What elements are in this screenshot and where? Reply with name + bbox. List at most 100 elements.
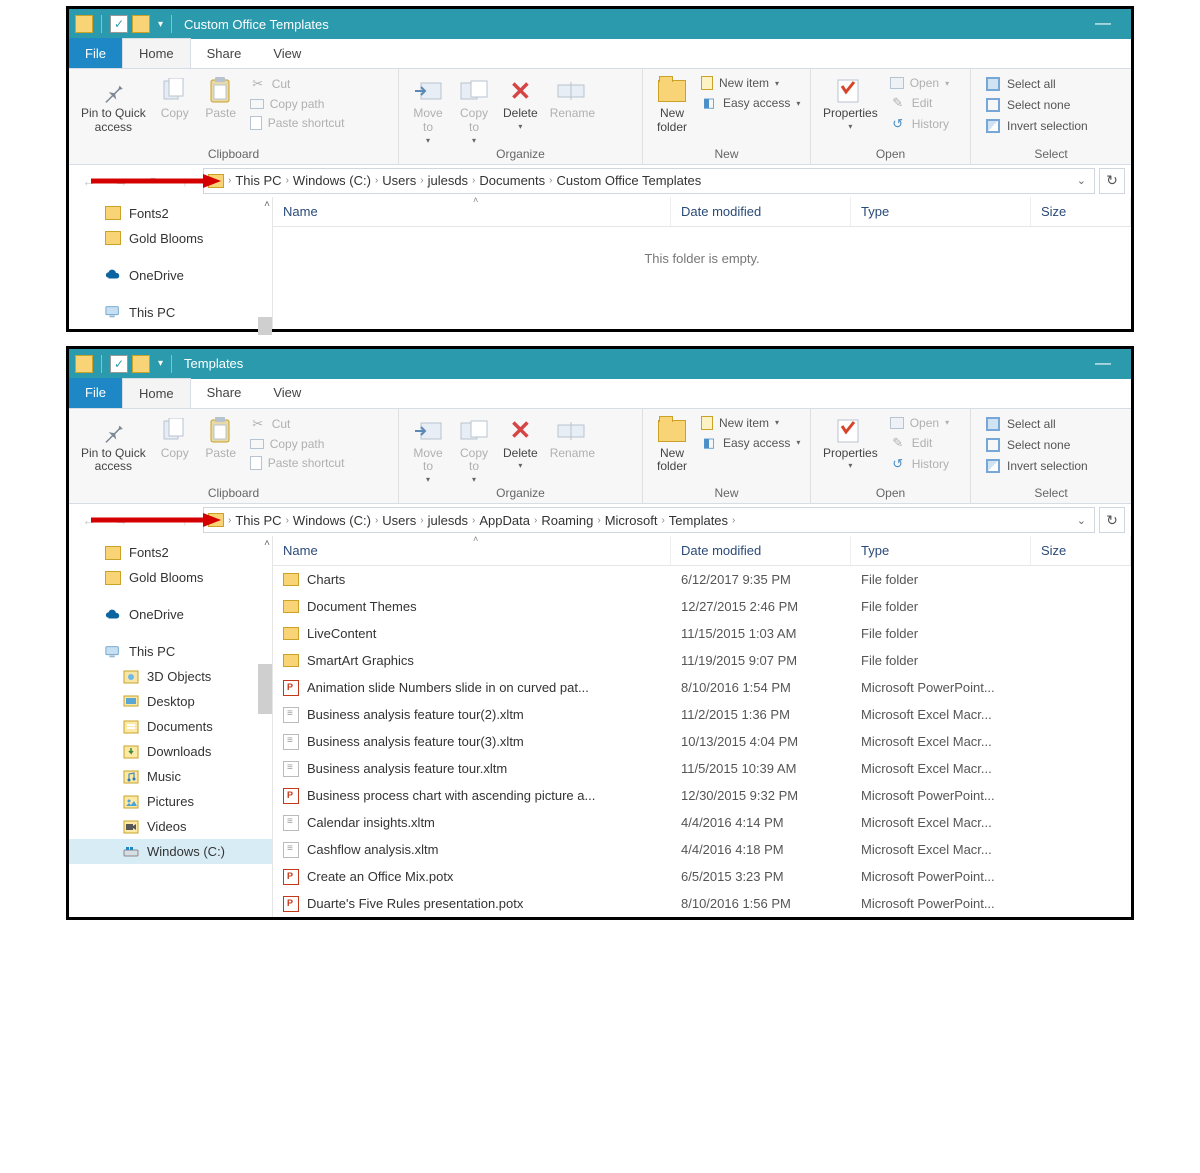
tab-view[interactable]: View <box>257 38 317 68</box>
copy-to-button[interactable]: Copyto▾ <box>451 73 497 145</box>
select-none-button[interactable]: Select none <box>983 96 1090 114</box>
paste-button[interactable]: Paste <box>198 413 244 461</box>
nav-back-button[interactable]: ← <box>75 169 103 193</box>
tab-share[interactable]: Share <box>191 378 258 408</box>
breadcrumb-segment[interactable]: ›Documents <box>472 173 545 188</box>
tab-home[interactable]: Home <box>122 378 191 408</box>
refresh-button[interactable]: ↻ <box>1099 168 1125 194</box>
column-header-name[interactable]: Name <box>273 536 671 565</box>
move-to-button[interactable]: Moveto▾ <box>405 413 451 485</box>
history-button[interactable]: ↺History <box>888 455 951 473</box>
qat-dropdown[interactable]: ▾ <box>154 358 167 369</box>
new-item-button[interactable]: New item ▾ <box>699 415 802 431</box>
rename-button[interactable]: Rename <box>544 73 601 121</box>
nav-up-button[interactable]: ↑ <box>171 169 199 193</box>
file-row[interactable]: Charts 6/12/2017 9:35 PM File folder <box>273 566 1131 593</box>
file-row[interactable]: Calendar insights.xltm 4/4/2016 4:14 PM … <box>273 809 1131 836</box>
column-header-date[interactable]: Date modified <box>671 536 851 565</box>
refresh-button[interactable]: ↻ <box>1099 507 1125 533</box>
breadcrumb-segment[interactable]: ›julesds <box>420 513 468 528</box>
nav-recent-dropdown[interactable]: ▾ <box>139 169 167 193</box>
qat-dropdown[interactable]: ▾ <box>154 19 167 30</box>
properties-qat-icon[interactable]: ✓ <box>110 15 128 33</box>
cut-button[interactable]: ✂Cut <box>248 75 347 93</box>
breadcrumb-segment[interactable]: ›Windows (C:) <box>286 513 371 528</box>
paste-button[interactable]: Paste <box>198 73 244 121</box>
breadcrumb-segment[interactable]: ›Windows (C:) <box>286 173 371 188</box>
delete-button[interactable]: ✕ Delete▾ <box>497 73 544 131</box>
column-header-size[interactable]: Size <box>1031 197 1131 226</box>
new-item-button[interactable]: New item ▾ <box>699 75 802 91</box>
history-button[interactable]: ↺History <box>888 115 951 133</box>
minimize-button[interactable]: — <box>1081 349 1125 379</box>
invert-selection-button[interactable]: Invert selection <box>983 117 1090 135</box>
column-header-type[interactable]: Type <box>851 197 1031 226</box>
file-row[interactable]: SmartArt Graphics 11/19/2015 9:07 PM Fil… <box>273 647 1131 674</box>
file-row[interactable]: Business analysis feature tour.xltm 11/5… <box>273 755 1131 782</box>
title-bar[interactable]: ✓ ▾ Custom Office Templates — <box>69 9 1131 39</box>
breadcrumb-segment[interactable]: ›Roaming <box>534 513 593 528</box>
nav-item-documents[interactable]: Documents <box>69 714 272 739</box>
breadcrumb-segment[interactable]: ›Users <box>375 513 416 528</box>
paste-shortcut-button[interactable]: Paste shortcut <box>248 455 347 471</box>
nav-item-gold-blooms[interactable]: Gold Blooms <box>69 565 272 590</box>
nav-item-this-pc[interactable]: This PC <box>69 300 272 325</box>
file-row[interactable]: Cashflow analysis.xltm 4/4/2016 4:18 PM … <box>273 836 1131 863</box>
nav-item-pictures[interactable]: Pictures <box>69 789 272 814</box>
edit-button[interactable]: ✎Edit <box>888 94 951 112</box>
nav-item-gold-blooms[interactable]: Gold Blooms <box>69 226 272 251</box>
pin-to-quick-access-button[interactable]: Pin to Quickaccess <box>75 413 152 475</box>
open-button[interactable]: Open ▾ <box>888 415 951 431</box>
breadcrumb-segment[interactable]: ›AppData <box>472 513 530 528</box>
address-dropdown[interactable]: ⌄ <box>1077 514 1086 527</box>
file-row[interactable]: Create an Office Mix.potx 6/5/2015 3:23 … <box>273 863 1131 890</box>
folder-qat-icon[interactable] <box>132 355 150 373</box>
rename-button[interactable]: Rename <box>544 413 601 461</box>
properties-button[interactable]: Properties▾ <box>817 73 884 131</box>
select-all-button[interactable]: Select all <box>983 75 1090 93</box>
file-row[interactable]: Animation slide Numbers slide in on curv… <box>273 674 1131 701</box>
address-bar[interactable]: ›This PC›Windows (C:)›Users›julesds›Docu… <box>203 168 1095 194</box>
nav-item-fonts2[interactable]: Fonts2 <box>69 201 272 226</box>
new-folder-button[interactable]: Newfolder <box>649 413 695 475</box>
minimize-button[interactable]: — <box>1081 9 1125 39</box>
file-row[interactable]: Duarte's Five Rules presentation.potx 8/… <box>273 890 1131 917</box>
nav-item-downloads[interactable]: Downloads <box>69 739 272 764</box>
edit-button[interactable]: ✎Edit <box>888 434 951 452</box>
navigation-pane[interactable]: Fonts2Gold BloomsOneDriveThis PC ˄ <box>69 197 273 329</box>
select-all-button[interactable]: Select all <box>983 415 1090 433</box>
navigation-pane[interactable]: Fonts2Gold BloomsOneDriveThis PC3D Objec… <box>69 536 273 917</box>
nav-back-button[interactable]: ← <box>75 508 103 532</box>
nav-item-windows-c-[interactable]: Windows (C:) <box>69 839 272 864</box>
copy-button[interactable]: Copy <box>152 413 198 461</box>
breadcrumb-segment[interactable]: ›Templates <box>661 513 728 528</box>
delete-button[interactable]: ✕ Delete▾ <box>497 413 544 471</box>
column-header-type[interactable]: Type <box>851 536 1031 565</box>
nav-recent-dropdown[interactable]: ▾ <box>139 508 167 532</box>
address-dropdown[interactable]: ⌄ <box>1077 174 1086 187</box>
copy-path-button[interactable]: Copy path <box>248 96 347 112</box>
nav-forward-button[interactable]: → <box>107 169 135 193</box>
column-header-date[interactable]: Date modified <box>671 197 851 226</box>
tab-home[interactable]: Home <box>122 38 191 68</box>
pin-to-quick-access-button[interactable]: Pin to Quickaccess <box>75 73 152 135</box>
tab-file[interactable]: File <box>69 378 122 408</box>
select-none-button[interactable]: Select none <box>983 436 1090 454</box>
tab-view[interactable]: View <box>257 378 317 408</box>
breadcrumb-segment[interactable]: ›Microsoft <box>597 513 657 528</box>
tab-share[interactable]: Share <box>191 38 258 68</box>
nav-item-fonts2[interactable]: Fonts2 <box>69 540 272 565</box>
easy-access-button[interactable]: ◧Easy access ▾ <box>699 434 802 452</box>
properties-qat-icon[interactable]: ✓ <box>110 355 128 373</box>
nav-item-onedrive[interactable]: OneDrive <box>69 602 272 627</box>
nav-item-music[interactable]: Music <box>69 764 272 789</box>
column-header-name[interactable]: Name <box>273 197 671 226</box>
cut-button[interactable]: ✂Cut <box>248 415 347 433</box>
breadcrumb-segment[interactable]: ›This PC <box>228 513 282 528</box>
easy-access-button[interactable]: ◧Easy access ▾ <box>699 94 802 112</box>
breadcrumb-segment[interactable]: ›Users <box>375 173 416 188</box>
breadcrumb-segment[interactable]: ›This PC <box>228 173 282 188</box>
nav-item-onedrive[interactable]: OneDrive <box>69 263 272 288</box>
move-to-button[interactable]: Moveto▾ <box>405 73 451 145</box>
properties-button[interactable]: Properties▾ <box>817 413 884 471</box>
